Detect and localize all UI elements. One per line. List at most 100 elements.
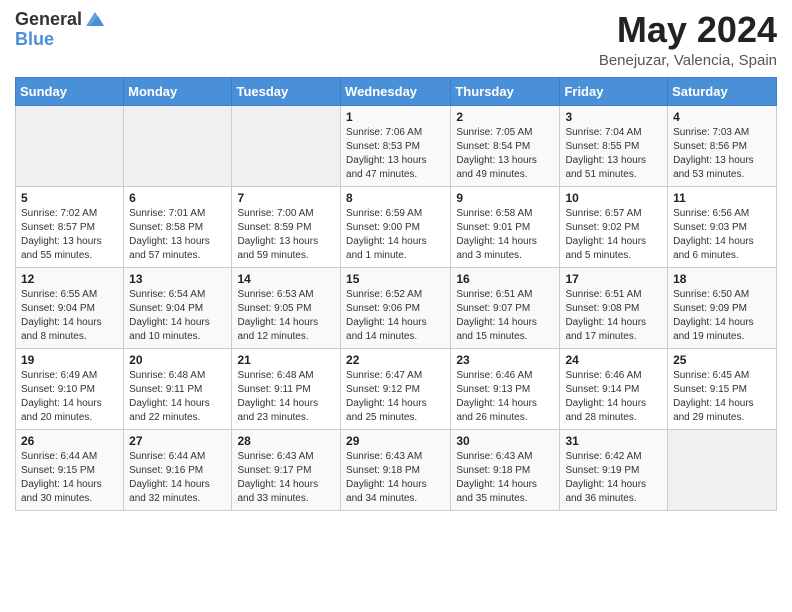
calendar-cell: 9 Sunrise: 6:58 AM Sunset: 9:01 PM Daylig… [451,186,560,267]
day-number: 26 [21,434,118,448]
day-number: 21 [237,353,335,367]
day-number: 2 [456,110,554,124]
day-info: Sunrise: 6:47 AM Sunset: 9:12 PM Dayligh… [346,369,445,425]
day-number: 31 [565,434,662,448]
day-info: Sunrise: 6:44 AM Sunset: 9:16 PM Dayligh… [129,450,226,506]
day-number: 20 [129,353,226,367]
calendar-cell: 20Sunrise: 6:48 AM Sunset: 9:11 PM Dayli… [124,348,232,429]
day-info: Sunrise: 6:49 AM Sunset: 9:10 PM Dayligh… [21,369,118,425]
day-info: Sunrise: 6:43 AM Sunset: 9:18 PM Dayligh… [456,450,554,506]
day-info: Sunrise: 6:52 AM Sunset: 9:06 PM Dayligh… [346,288,445,344]
calendar-cell: 13 Sunrise: 6:54 AM Sunset: 9:04 PM Dayli… [124,267,232,348]
day-info: Sunrise: 7:05 AM Sunset: 8:54 PM Dayligh… [456,126,554,182]
col-monday: Monday [124,77,232,105]
day-info: Sunrise: 6:51 AM Sunset: 9:07 PM Dayligh… [456,288,554,344]
logo-icon [84,8,106,30]
calendar-cell: 17Sunrise: 6:51 AM Sunset: 9:08 PM Dayli… [560,267,668,348]
col-thursday: Thursday [451,77,560,105]
calendar-week-5: 26 Sunrise: 6:44 AM Sunset: 9:15 PM Dayli… [16,429,777,510]
day-info: Sunrise: 6:55 AM Sunset: 9:04 PM Dayligh… [21,288,118,344]
calendar-week-1: 1Sunrise: 7:06 AM Sunset: 8:53 PM Daylig… [16,105,777,186]
day-number: 4 [673,110,771,124]
calendar-cell: 26 Sunrise: 6:44 AM Sunset: 9:15 PM Dayli… [16,429,124,510]
calendar-cell: 27 Sunrise: 6:44 AM Sunset: 9:16 PM Dayli… [124,429,232,510]
calendar-cell: 24 Sunrise: 6:46 AM Sunset: 9:14 PM Dayli… [560,348,668,429]
day-info: Sunrise: 6:44 AM Sunset: 9:15 PM Dayligh… [21,450,118,506]
calendar-cell: 3Sunrise: 7:04 AM Sunset: 8:55 PM Daylig… [560,105,668,186]
day-number: 7 [237,191,335,205]
col-tuesday: Tuesday [232,77,341,105]
logo-blue: Blue [15,30,54,50]
calendar-cell: 2 Sunrise: 7:05 AM Sunset: 8:54 PM Daylig… [451,105,560,186]
day-info: Sunrise: 7:02 AM Sunset: 8:57 PM Dayligh… [21,207,118,263]
day-info: Sunrise: 6:42 AM Sunset: 9:19 PM Dayligh… [565,450,662,506]
day-number: 13 [129,272,226,286]
calendar: Sunday Monday Tuesday Wednesday Thursday… [15,77,777,511]
day-number: 9 [456,191,554,205]
calendar-cell: 12 Sunrise: 6:55 AM Sunset: 9:04 PM Dayli… [16,267,124,348]
day-info: Sunrise: 7:03 AM Sunset: 8:56 PM Dayligh… [673,126,771,182]
day-number: 8 [346,191,445,205]
title-month: May 2024 [599,10,777,50]
calendar-cell: 6Sunrise: 7:01 AM Sunset: 8:58 PM Daylig… [124,186,232,267]
logo-general: General [15,10,82,30]
day-number: 28 [237,434,335,448]
day-info: Sunrise: 6:53 AM Sunset: 9:05 PM Dayligh… [237,288,335,344]
calendar-cell [232,105,341,186]
day-number: 1 [346,110,445,124]
day-info: Sunrise: 6:50 AM Sunset: 9:09 PM Dayligh… [673,288,771,344]
calendar-cell: 4 Sunrise: 7:03 AM Sunset: 8:56 PM Daylig… [668,105,777,186]
day-info: Sunrise: 6:58 AM Sunset: 9:01 PM Dayligh… [456,207,554,263]
day-number: 15 [346,272,445,286]
calendar-cell [668,429,777,510]
day-info: Sunrise: 6:54 AM Sunset: 9:04 PM Dayligh… [129,288,226,344]
calendar-cell: 11 Sunrise: 6:56 AM Sunset: 9:03 PM Dayli… [668,186,777,267]
col-wednesday: Wednesday [341,77,451,105]
logo: General Blue [15,10,106,50]
calendar-cell: 21Sunrise: 6:48 AM Sunset: 9:11 PM Dayli… [232,348,341,429]
day-number: 27 [129,434,226,448]
day-number: 22 [346,353,445,367]
day-info: Sunrise: 6:51 AM Sunset: 9:08 PM Dayligh… [565,288,662,344]
day-info: Sunrise: 6:43 AM Sunset: 9:17 PM Dayligh… [237,450,335,506]
day-number: 11 [673,191,771,205]
day-number: 23 [456,353,554,367]
calendar-cell: 18 Sunrise: 6:50 AM Sunset: 9:09 PM Dayli… [668,267,777,348]
calendar-cell: 14Sunrise: 6:53 AM Sunset: 9:05 PM Dayli… [232,267,341,348]
day-info: Sunrise: 6:45 AM Sunset: 9:15 PM Dayligh… [673,369,771,425]
calendar-cell: 1Sunrise: 7:06 AM Sunset: 8:53 PM Daylig… [341,105,451,186]
calendar-cell: 8Sunrise: 6:59 AM Sunset: 9:00 PM Daylig… [341,186,451,267]
day-number: 25 [673,353,771,367]
day-number: 18 [673,272,771,286]
calendar-cell: 22 Sunrise: 6:47 AM Sunset: 9:12 PM Dayli… [341,348,451,429]
day-number: 24 [565,353,662,367]
day-info: Sunrise: 6:43 AM Sunset: 9:18 PM Dayligh… [346,450,445,506]
calendar-week-4: 19 Sunrise: 6:49 AM Sunset: 9:10 PM Dayli… [16,348,777,429]
calendar-cell: 29 Sunrise: 6:43 AM Sunset: 9:18 PM Dayli… [341,429,451,510]
day-info: Sunrise: 6:46 AM Sunset: 9:14 PM Dayligh… [565,369,662,425]
col-saturday: Saturday [668,77,777,105]
day-info: Sunrise: 6:56 AM Sunset: 9:03 PM Dayligh… [673,207,771,263]
day-number: 12 [21,272,118,286]
day-number: 10 [565,191,662,205]
day-number: 19 [21,353,118,367]
page: General Blue May 2024 Benejuzar, Valenci… [0,0,792,526]
calendar-cell: 19 Sunrise: 6:49 AM Sunset: 9:10 PM Dayli… [16,348,124,429]
day-number: 30 [456,434,554,448]
calendar-cell: 25 Sunrise: 6:45 AM Sunset: 9:15 PM Dayli… [668,348,777,429]
day-number: 16 [456,272,554,286]
calendar-cell: 16 Sunrise: 6:51 AM Sunset: 9:07 PM Dayli… [451,267,560,348]
title-block: May 2024 Benejuzar, Valencia, Spain [599,10,777,69]
calendar-cell: 23 Sunrise: 6:46 AM Sunset: 9:13 PM Dayli… [451,348,560,429]
day-info: Sunrise: 6:46 AM Sunset: 9:13 PM Dayligh… [456,369,554,425]
calendar-cell: 5Sunrise: 7:02 AM Sunset: 8:57 PM Daylig… [16,186,124,267]
day-number: 3 [565,110,662,124]
day-number: 6 [129,191,226,205]
header: General Blue May 2024 Benejuzar, Valenci… [15,10,777,69]
day-number: 29 [346,434,445,448]
title-location: Benejuzar, Valencia, Spain [599,52,777,69]
calendar-cell [124,105,232,186]
col-friday: Friday [560,77,668,105]
calendar-cell [16,105,124,186]
day-info: Sunrise: 7:00 AM Sunset: 8:59 PM Dayligh… [237,207,335,263]
